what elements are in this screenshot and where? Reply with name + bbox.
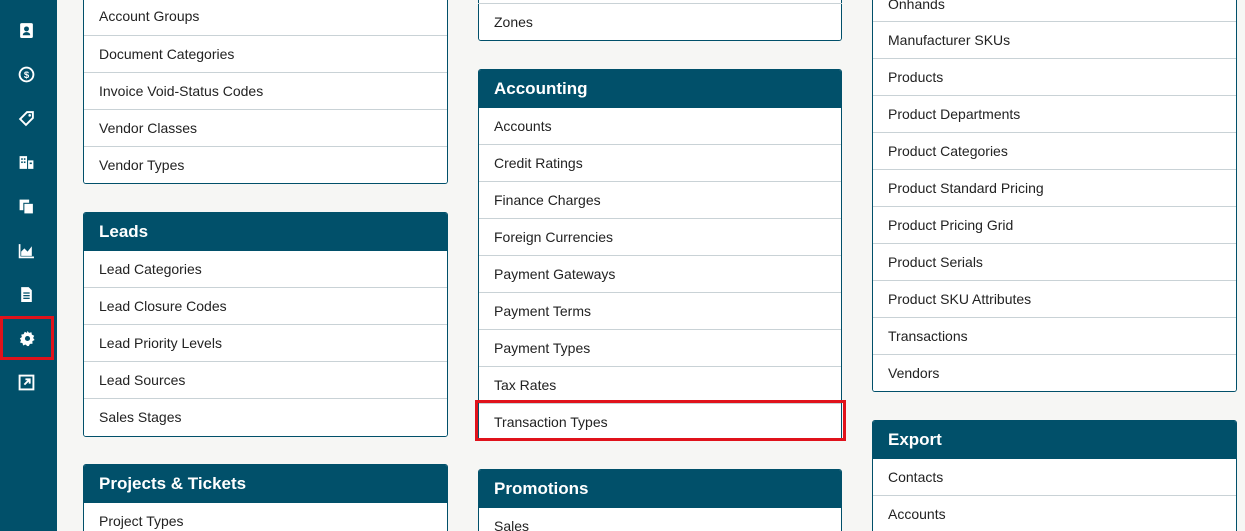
list-item-product-serials[interactable]: Product Serials — [873, 244, 1236, 281]
external-link-icon[interactable] — [0, 360, 52, 404]
list-item-onhands[interactable]: Onhands — [873, 0, 1236, 22]
list-item-sales[interactable]: Sales — [479, 508, 841, 531]
list-item-lead-sources[interactable]: Lead Sources — [84, 362, 447, 399]
list-item-lead-closure-codes[interactable]: Lead Closure Codes — [84, 288, 447, 325]
panel-promotions: Promotions Sales — [478, 469, 842, 531]
panel-title-accounting: Accounting — [479, 70, 841, 108]
sidebar: $ — [0, 0, 57, 531]
list-item-account-groups[interactable]: Account Groups — [84, 0, 447, 36]
list-item-product-categories[interactable]: Product Categories — [873, 133, 1236, 170]
list-item-sales-stages[interactable]: Sales Stages — [84, 399, 447, 436]
divider — [478, 3, 842, 4]
list-item-payment-types[interactable]: Payment Types — [479, 330, 841, 367]
panel-title-leads: Leads — [84, 213, 447, 251]
list-item-lead-categories[interactable]: Lead Categories — [84, 251, 447, 288]
list-item-export-contacts[interactable]: Contacts — [873, 459, 1236, 496]
panel-accounts-settings: Account Groups Document Categories Invoi… — [83, 0, 448, 184]
gear-icon[interactable] — [0, 316, 54, 360]
list-item-export-accounts[interactable]: Accounts — [873, 496, 1236, 531]
list-item-transaction-types[interactable]: Transaction Types — [479, 404, 841, 440]
chart-icon[interactable] — [0, 228, 52, 272]
list-item-payment-terms[interactable]: Payment Terms — [479, 293, 841, 330]
list-item-foreign-currencies[interactable]: Foreign Currencies — [479, 219, 841, 256]
list-item-lead-priority-levels[interactable]: Lead Priority Levels — [84, 325, 447, 362]
panel-accounting: Accounting Accounts Credit Ratings Finan… — [478, 69, 842, 441]
list-item-transactions[interactable]: Transactions — [873, 318, 1236, 355]
panel-export: Export Contacts Accounts — [872, 420, 1237, 531]
panel-inventory: Onhands Manufacturer SKUs Products Produ… — [872, 0, 1237, 392]
file-text-icon[interactable] — [0, 272, 52, 316]
list-item-vendor-classes[interactable]: Vendor Classes — [84, 110, 447, 147]
list-item-products[interactable]: Products — [873, 59, 1236, 96]
buildings-icon[interactable] — [0, 140, 52, 184]
list-item-tax-rates[interactable]: Tax Rates — [479, 367, 841, 404]
list-item-zones[interactable]: Zones — [479, 0, 841, 40]
list-item-manufacturer-skus[interactable]: Manufacturer SKUs — [873, 22, 1236, 59]
panel-title-export: Export — [873, 421, 1236, 459]
list-item-invoice-void-status-codes[interactable]: Invoice Void-Status Codes — [84, 73, 447, 110]
panel-title-promotions: Promotions — [479, 470, 841, 508]
list-item-payment-gateways[interactable]: Payment Gateways — [479, 256, 841, 293]
panel-projects-tickets: Projects & Tickets Project Types — [83, 464, 448, 531]
list-item-vendors[interactable]: Vendors — [873, 355, 1236, 391]
list-item-document-categories[interactable]: Document Categories — [84, 36, 447, 73]
list-item-finance-charges[interactable]: Finance Charges — [479, 182, 841, 219]
panel-leads: Leads Lead Categories Lead Closure Codes… — [83, 212, 448, 437]
list-item-product-pricing-grid[interactable]: Product Pricing Grid — [873, 207, 1236, 244]
documents-icon[interactable] — [0, 184, 52, 228]
list-item-product-standard-pricing[interactable]: Product Standard Pricing — [873, 170, 1236, 207]
list-item-credit-ratings[interactable]: Credit Ratings — [479, 145, 841, 182]
panel-title-projects-tickets: Projects & Tickets — [84, 465, 447, 503]
contacts-icon[interactable] — [0, 8, 52, 52]
dollar-icon[interactable]: $ — [0, 52, 52, 96]
list-item-product-departments[interactable]: Product Departments — [873, 96, 1236, 133]
panel-general-settings: Zones — [478, 0, 842, 41]
list-item-project-types[interactable]: Project Types — [84, 503, 447, 531]
list-item-accounts[interactable]: Accounts — [479, 108, 841, 145]
list-item-product-sku-attributes[interactable]: Product SKU Attributes — [873, 281, 1236, 318]
list-item-vendor-types[interactable]: Vendor Types — [84, 147, 447, 183]
svg-text:$: $ — [23, 70, 29, 81]
tag-icon[interactable] — [0, 96, 52, 140]
